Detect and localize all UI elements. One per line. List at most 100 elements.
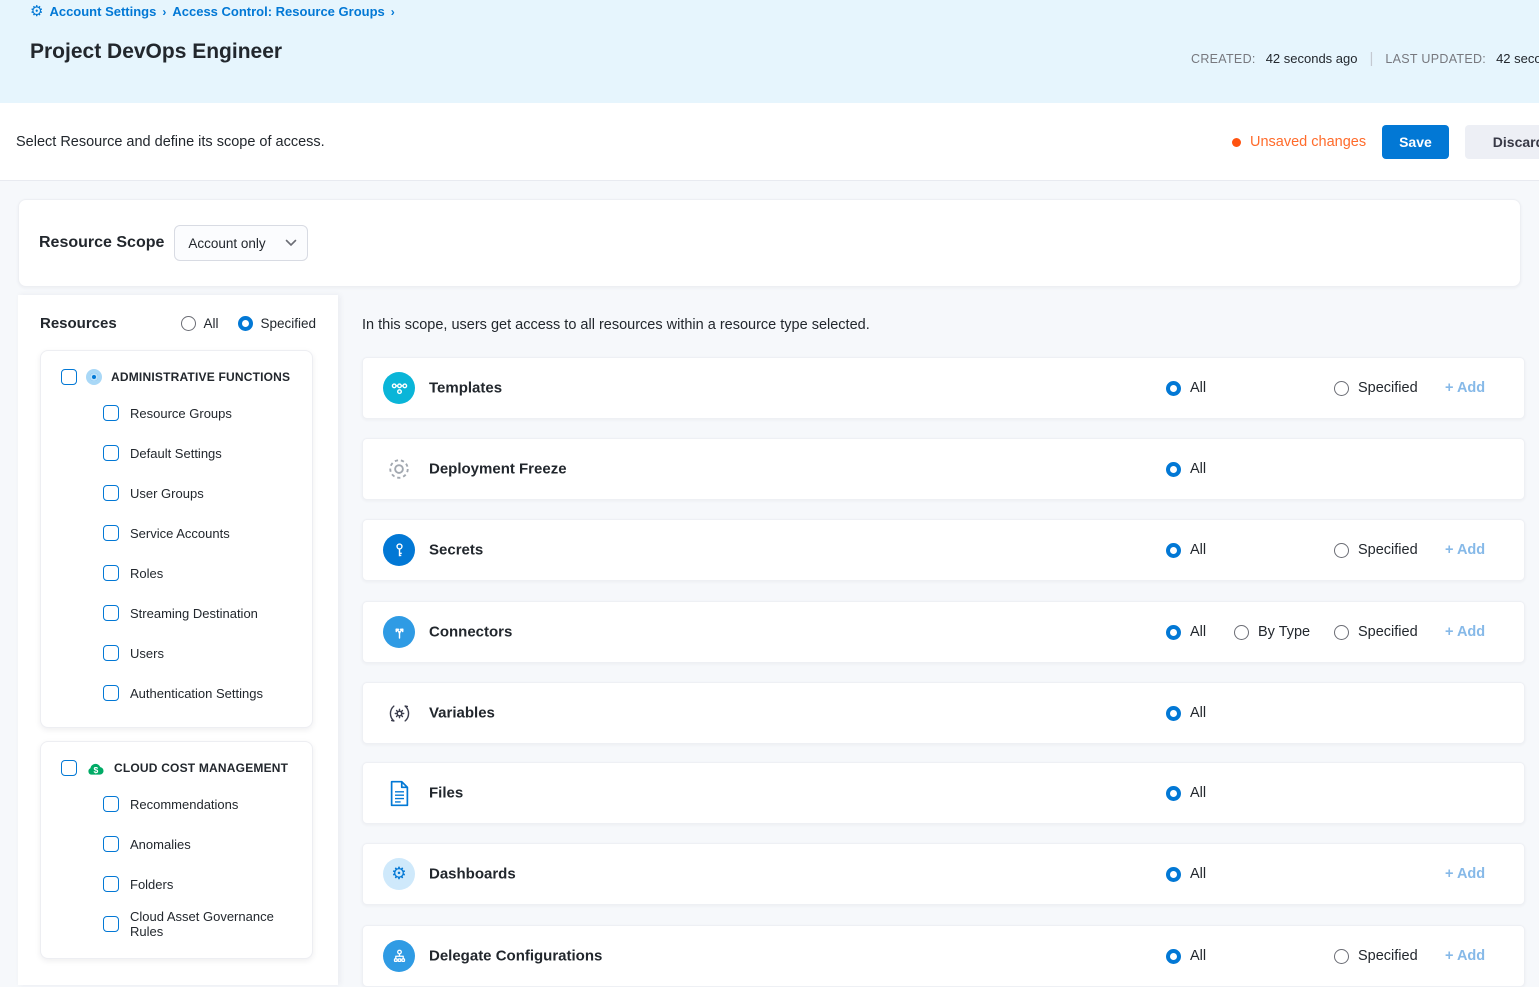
- add-link-templates[interactable]: + Add: [1445, 380, 1485, 396]
- radio-all-deployment-freeze[interactable]: All: [1166, 461, 1206, 477]
- radio-all-resources[interactable]: All: [181, 316, 218, 331]
- item-checkbox-service-accounts[interactable]: [103, 525, 119, 541]
- radio-specified-secrets[interactable]: Specified: [1334, 542, 1418, 558]
- item-checkbox-folders[interactable]: [103, 876, 119, 892]
- resource-name: Templates: [429, 380, 502, 397]
- radio-icon[interactable]: [1334, 381, 1349, 396]
- item-label: Users: [130, 646, 164, 661]
- variables-icon: [387, 701, 412, 726]
- resource-row-connectors: Connectors All By Type Specified+ Add: [362, 601, 1525, 663]
- resource-name: Delegate Configurations: [429, 948, 602, 965]
- resources-panel: Resources All Specified ADMINISTRATIVE F…: [18, 295, 338, 985]
- radio-icon[interactable]: [238, 316, 253, 331]
- svg-text:$: $: [93, 764, 98, 774]
- files-icon: [388, 780, 411, 807]
- toolbar-actions: Unsaved changes Save Discard: [1232, 103, 1539, 181]
- scope-note: In this scope, users get access to all r…: [362, 317, 870, 333]
- radio-specified-delegate-configurations[interactable]: Specified: [1334, 948, 1418, 964]
- radio-icon[interactable]: [1334, 625, 1349, 640]
- radio-specified-label: Specified: [260, 316, 316, 331]
- item-checkbox-user-groups[interactable]: [103, 485, 119, 501]
- radio-icon[interactable]: [1334, 949, 1349, 964]
- radio-label: Specified: [1358, 624, 1418, 640]
- secrets-icon: [383, 534, 415, 566]
- created-value: 42 seconds ago: [1266, 51, 1358, 66]
- radio-icon[interactable]: [181, 316, 196, 331]
- radio-specified-connectors[interactable]: Specified: [1334, 624, 1418, 640]
- item-checkbox-streaming-destination[interactable]: [103, 605, 119, 621]
- radio-label: All: [1190, 785, 1206, 801]
- item-checkbox-recommendations[interactable]: [103, 796, 119, 812]
- radio-icon[interactable]: [1166, 462, 1181, 477]
- item-checkbox-cloud-asset-governance-rules[interactable]: [103, 916, 119, 932]
- add-link-dashboards[interactable]: + Add: [1445, 866, 1485, 882]
- radio-icon[interactable]: [1166, 625, 1181, 640]
- item-label: Authentication Settings: [130, 686, 263, 701]
- group-checkbox-administrative-functions[interactable]: [61, 369, 77, 385]
- resource-row-files: Files All: [362, 762, 1525, 824]
- breadcrumb-resource-groups[interactable]: Access Control: Resource Groups: [172, 4, 384, 19]
- radio-all-templates[interactable]: All: [1166, 380, 1206, 396]
- add-link-delegate-configurations[interactable]: + Add: [1445, 948, 1485, 964]
- add-link-connectors[interactable]: + Add: [1445, 624, 1485, 640]
- radio-icon[interactable]: [1166, 706, 1181, 721]
- admin-functions-icon: [86, 369, 102, 385]
- chevron-down-icon: [285, 239, 297, 247]
- group-header: $ CLOUD COST MANAGEMENT: [61, 760, 298, 776]
- resource-item-user-groups: User Groups: [103, 473, 298, 513]
- radio-all-variables[interactable]: All: [1166, 705, 1206, 721]
- radio-by-type-connectors[interactable]: By Type: [1234, 624, 1310, 640]
- resource-scope-dropdown[interactable]: Account only: [174, 225, 308, 261]
- group-items: Resource Groups Default Settings User Gr…: [103, 393, 298, 713]
- page-header: ⚙ Account Settings › Access Control: Res…: [0, 0, 1539, 103]
- radio-icon[interactable]: [1166, 867, 1181, 882]
- resources-filter-options: All Specified: [181, 316, 316, 331]
- item-checkbox-resource-groups[interactable]: [103, 405, 119, 421]
- save-button[interactable]: Save: [1382, 125, 1449, 159]
- delegate-configurations-icon: [383, 940, 415, 972]
- radio-label: All: [1190, 542, 1206, 558]
- item-checkbox-roles[interactable]: [103, 565, 119, 581]
- radio-specified-resources[interactable]: Specified: [238, 316, 316, 331]
- radio-label: Specified: [1358, 542, 1418, 558]
- radio-icon[interactable]: [1166, 949, 1181, 964]
- radio-label: All: [1190, 948, 1206, 964]
- header-meta: CREATED: 42 seconds ago | LAST UPDATED: …: [1191, 50, 1539, 67]
- group-items: Recommendations Anomalies Folders Cloud …: [103, 784, 298, 944]
- dashboards-icon: ⚙: [383, 858, 415, 890]
- radio-icon[interactable]: [1166, 786, 1181, 801]
- item-checkbox-users[interactable]: [103, 645, 119, 661]
- resource-item-users: Users: [103, 633, 298, 673]
- item-checkbox-authentication-settings[interactable]: [103, 685, 119, 701]
- radio-label: By Type: [1258, 624, 1310, 640]
- radio-specified-templates[interactable]: Specified: [1334, 380, 1418, 396]
- radio-all-secrets[interactable]: All: [1166, 542, 1206, 558]
- item-checkbox-default-settings[interactable]: [103, 445, 119, 461]
- radio-icon[interactable]: [1234, 625, 1249, 640]
- resource-scope-value: Account only: [188, 236, 265, 251]
- radio-all-delegate-configurations[interactable]: All: [1166, 948, 1206, 964]
- resource-scope-card: Resource Scope Account only: [18, 199, 1521, 287]
- radio-icon[interactable]: [1334, 543, 1349, 558]
- resource-item-resource-groups: Resource Groups: [103, 393, 298, 433]
- item-checkbox-anomalies[interactable]: [103, 836, 119, 852]
- action-toolbar: Select Resource and define its scope of …: [0, 103, 1539, 181]
- radio-all-files[interactable]: All: [1166, 785, 1206, 801]
- radio-icon[interactable]: [1166, 381, 1181, 396]
- item-label: Recommendations: [130, 797, 238, 812]
- breadcrumb-account-settings[interactable]: Account Settings: [49, 4, 156, 19]
- radio-icon[interactable]: [1166, 543, 1181, 558]
- group-checkbox-cloud-cost-management[interactable]: [61, 760, 77, 776]
- radio-all-connectors[interactable]: All: [1166, 624, 1206, 640]
- add-link-secrets[interactable]: + Add: [1445, 542, 1485, 558]
- unsaved-dot-icon: [1232, 138, 1241, 147]
- radio-all-dashboards[interactable]: All: [1166, 866, 1206, 882]
- discard-button[interactable]: Discard: [1465, 125, 1539, 159]
- resource-row-templates: Templates All Specified + Add: [362, 357, 1525, 419]
- templates-icon: [383, 372, 415, 404]
- cloud-cost-icon: $: [86, 761, 105, 776]
- resource-row-delegate-configurations: Delegate Configurations All Specified + A…: [362, 925, 1525, 987]
- resource-scope-label: Resource Scope: [39, 234, 164, 252]
- radio-label: All: [1190, 380, 1206, 396]
- resource-item-authentication-settings: Authentication Settings: [103, 673, 298, 713]
